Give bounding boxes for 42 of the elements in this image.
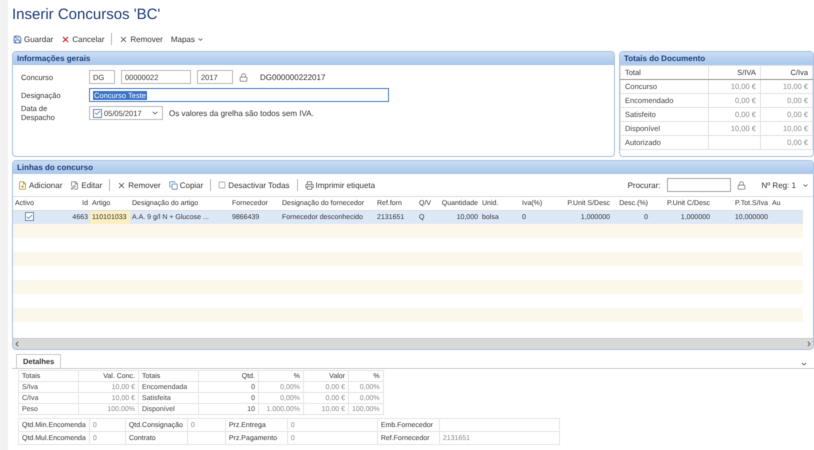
document-code: DG000000222017 [260,72,326,82]
copy-icon [168,180,178,190]
table-cell [770,210,803,224]
close-icon [61,34,70,44]
record-count: Nº Reg: 1 [762,180,796,190]
scroll-right-icon[interactable] [805,340,813,348]
toolbar-button[interactable]: Remover [116,180,162,190]
scroll-left-icon[interactable] [13,340,21,348]
padlock-icon[interactable] [736,180,746,190]
save-icon [13,34,22,44]
window-title: Inserir Concursos 'BC' [12,6,162,25]
note-text: Os valores da grelha são todos sem IVA. [169,108,314,118]
checkbox[interactable] [93,108,102,118]
toolbar-button[interactable]: Copiar [168,180,204,190]
document-plus-icon [18,180,27,190]
field-value [187,432,226,444]
panel-title: Linhas do concurso [13,161,813,174]
document-pen-icon [70,180,80,190]
caret-icon[interactable] [802,182,809,188]
padlock-icon[interactable] [239,72,248,82]
panel-title: Informações gerais [13,52,614,65]
toolbar-button[interactable]: Desactivar Todas [217,180,291,190]
search-label: Procurar: [628,180,660,190]
caret-icon [151,109,159,117]
close-icon [117,180,126,190]
checkbox-icon [218,181,226,189]
menu-button[interactable]: Mapas [170,34,205,44]
caret-icon [196,36,204,42]
toolbar-button[interactable]: Remover [118,34,164,44]
printer-icon [304,180,314,190]
caret-icon[interactable] [800,360,808,368]
toolbar-button[interactable]: Editar [69,180,104,190]
table-cell [708,136,760,150]
toolbar-button[interactable]: Adicionar [17,180,64,190]
toolbar-button[interactable]: Guardar [12,34,54,44]
panel-title: Totais do Documento [620,52,813,65]
toolbar-button[interactable]: Cancelar [60,34,106,44]
toolbar-button[interactable]: Imprimir etiqueta [304,180,376,190]
close-icon [119,34,128,44]
horizontal-scrollbar[interactable] [13,338,813,349]
search-field[interactable] [666,178,730,192]
checkbox[interactable] [24,212,34,221]
